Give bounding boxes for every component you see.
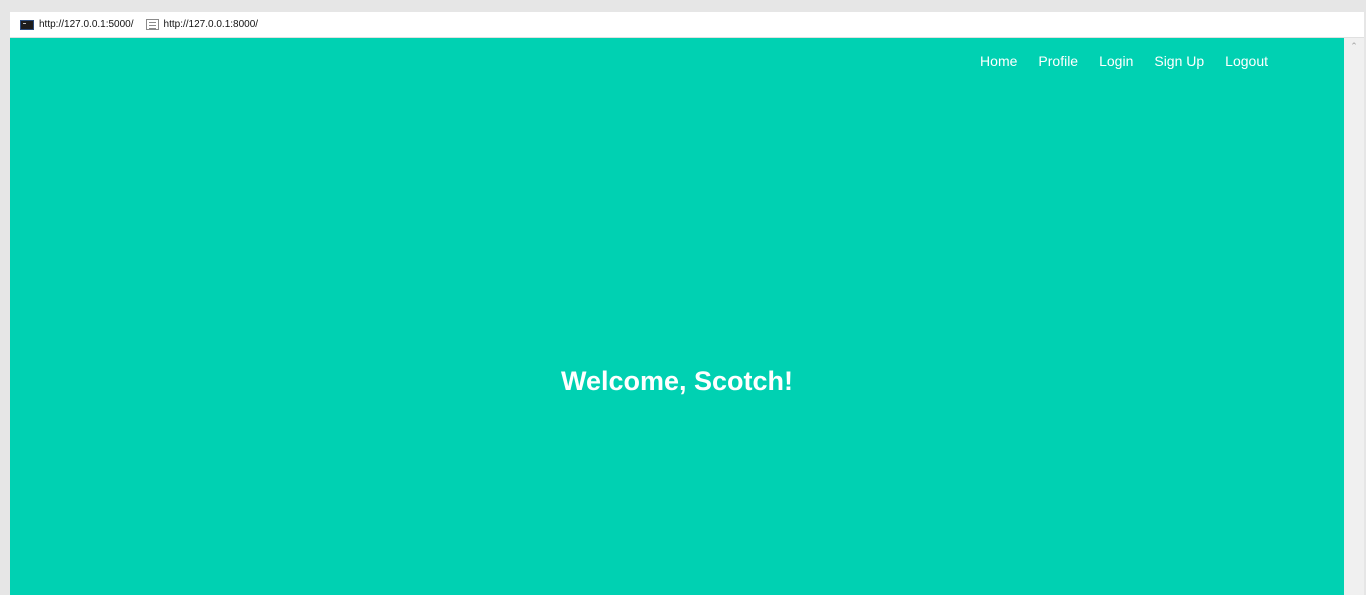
nav-home-link[interactable]: Home bbox=[980, 53, 1017, 69]
hero-section: Home Profile Login Sign Up Logout Welcom… bbox=[10, 38, 1344, 595]
bookmark-label: http://127.0.0.1:8000/ bbox=[163, 19, 259, 30]
bookmarks-bar: http://127.0.0.1:5000/ http://127.0.0.1:… bbox=[10, 12, 1364, 38]
navbar: Home Profile Login Sign Up Logout bbox=[959, 53, 1268, 69]
nav-profile-link[interactable]: Profile bbox=[1038, 53, 1078, 69]
nav-signup-link[interactable]: Sign Up bbox=[1154, 53, 1204, 69]
bookmark-label: http://127.0.0.1:5000/ bbox=[39, 19, 134, 30]
bookmark-8000[interactable]: http://127.0.0.1:8000/ bbox=[145, 19, 259, 30]
nav-login-link[interactable]: Login bbox=[1099, 53, 1133, 69]
terminal-icon bbox=[20, 19, 34, 30]
scroll-up-arrow-icon[interactable]: ⌃ bbox=[1349, 42, 1359, 51]
welcome-heading: Welcome, Scotch! bbox=[560, 366, 794, 396]
page-viewport: Home Profile Login Sign Up Logout Welcom… bbox=[10, 38, 1344, 595]
vertical-scrollbar[interactable]: ⌃ bbox=[1344, 38, 1364, 595]
page-icon bbox=[145, 19, 159, 30]
bookmark-5000[interactable]: http://127.0.0.1:5000/ bbox=[20, 19, 134, 30]
browser-window: http://127.0.0.1:5000/ http://127.0.0.1:… bbox=[10, 12, 1364, 595]
nav-logout-link[interactable]: Logout bbox=[1225, 53, 1268, 69]
